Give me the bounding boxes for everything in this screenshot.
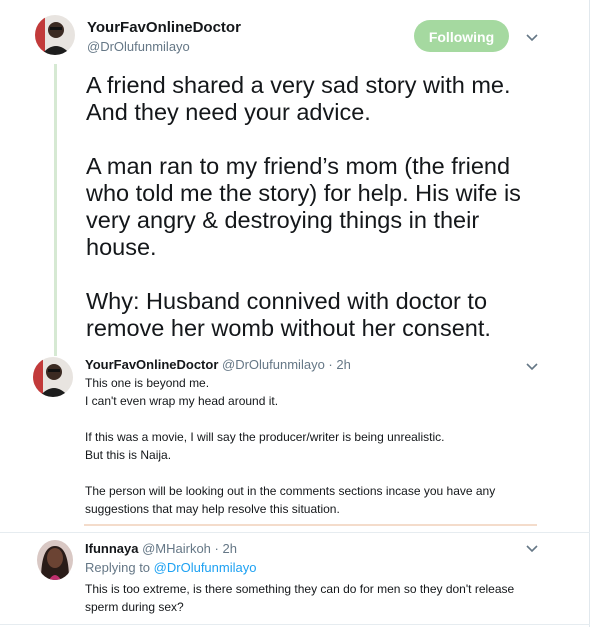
reply-1-paragraph: The person will be looking out in the co… (85, 484, 496, 516)
section-divider (0, 532, 590, 533)
reply-1-paragraph: This one is beyond me. I can't even wrap… (85, 376, 279, 408)
chevron-down-icon[interactable] (525, 31, 539, 45)
chevron-down-icon[interactable] (525, 360, 539, 374)
main-paragraph: A friend shared a very sad story with me… (86, 72, 511, 125)
avatar-reply-1[interactable] (33, 357, 73, 397)
reply-2-display-name[interactable]: Ifunnaya (85, 541, 138, 556)
main-handle[interactable]: @DrOlufunmilayo (87, 39, 190, 54)
chevron-down-icon[interactable] (525, 542, 539, 556)
thread-connector-line (54, 64, 57, 356)
avatar-main[interactable] (35, 15, 75, 55)
reply-1-display-name[interactable]: YourFavOnlineDoctor (85, 357, 218, 372)
bottom-divider (0, 624, 590, 625)
replying-to-mention[interactable]: @DrOlufunmilayo (154, 560, 257, 575)
reply-2-text: This is too extreme, is there something … (85, 582, 515, 614)
reply-1-header: YourFavOnlineDoctor @DrOlufunmilayo · 2h (85, 357, 351, 372)
main-display-name[interactable]: YourFavOnlineDoctor (87, 19, 241, 36)
main-paragraph: A man ran to my friend’s mom (the friend… (86, 153, 521, 260)
reply-2-meta[interactable]: @MHairkoh · 2h (142, 541, 237, 556)
main-tweet-text: A friend shared a very sad story with me… (86, 72, 556, 342)
reply-1-paragraph: If this was a movie, I will say the prod… (85, 430, 445, 462)
avatar-reply-2[interactable] (37, 540, 73, 580)
reply-2-header: Ifunnaya @MHairkoh · 2h (85, 541, 237, 556)
replying-to-label: Replying to (85, 560, 151, 575)
main-paragraph: Why: Husband connived with doctor to rem… (86, 288, 491, 341)
reply-1-meta[interactable]: @DrOlufunmilayo · 2h (222, 357, 351, 372)
reply-divider (84, 524, 537, 526)
reply-1-text: This one is beyond me. I can't even wrap… (85, 374, 545, 518)
following-button[interactable]: Following (414, 20, 509, 52)
replying-to-line: Replying to @DrOlufunmilayo (85, 560, 256, 575)
